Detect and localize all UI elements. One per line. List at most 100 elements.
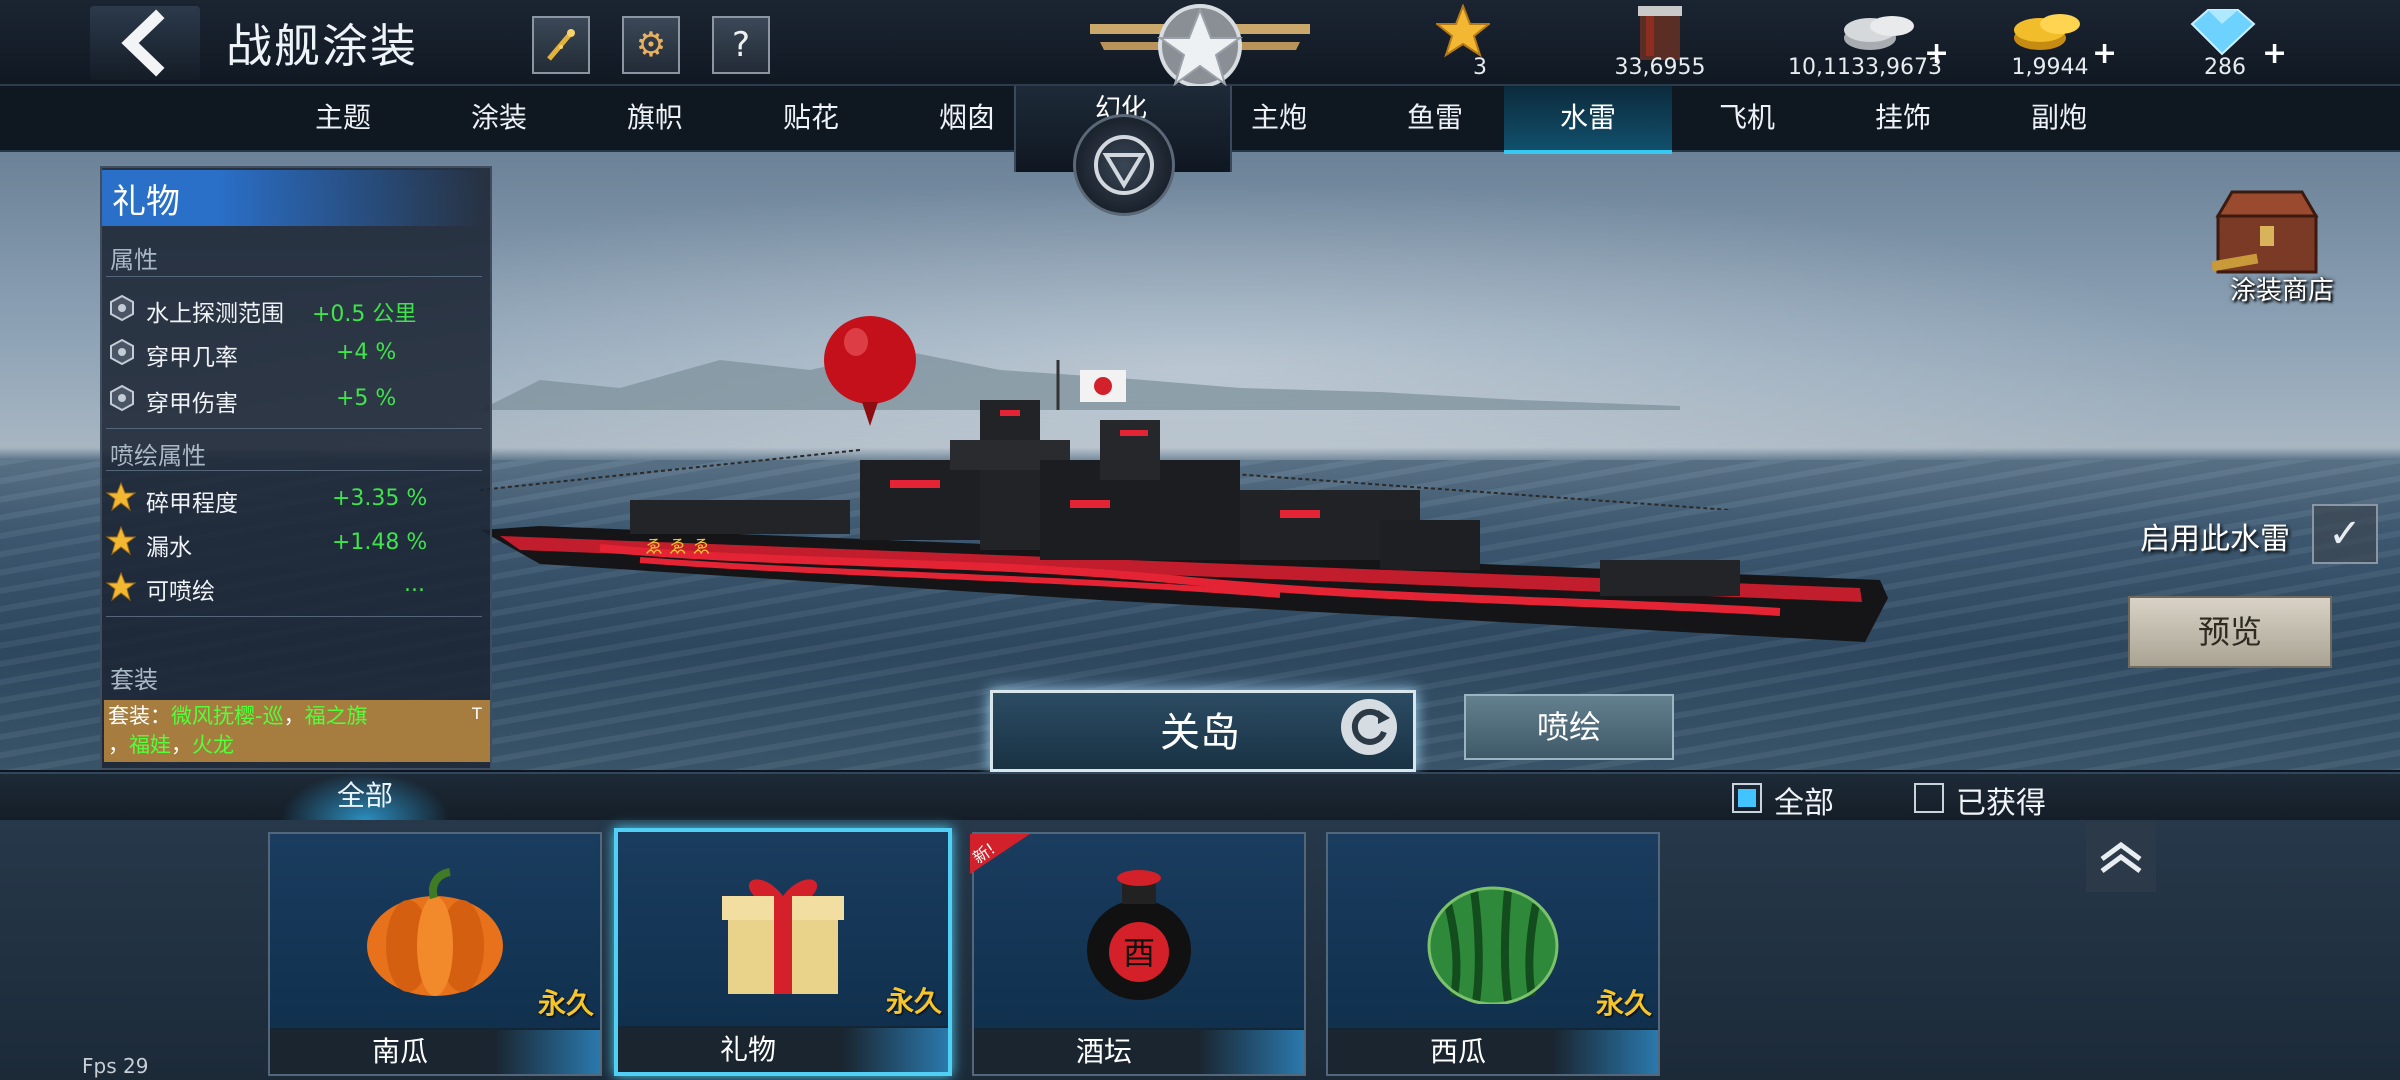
settings-button[interactable]: ⚙ xyxy=(622,16,680,74)
gold-add-button[interactable]: + xyxy=(2092,36,2117,71)
set-section-label: 套装 xyxy=(110,666,158,694)
spray-value-sprayable: ... xyxy=(404,572,425,597)
silver-coins-icon xyxy=(1844,16,1914,50)
star-rank-icon xyxy=(1436,4,1490,58)
set-item: 火龙 xyxy=(192,733,234,757)
filter-all-label[interactable]: 全部 xyxy=(1774,778,1834,822)
preview-button[interactable]: 预览 xyxy=(2128,596,2332,668)
star-icon xyxy=(106,482,136,512)
set-separator: ， xyxy=(171,733,192,757)
paint-count: 33,6955 xyxy=(1614,55,1706,80)
spray-value-armor-shred: +3.35 % xyxy=(332,486,428,511)
switch-ship-icon[interactable] xyxy=(1338,696,1400,758)
back-button[interactable] xyxy=(90,6,200,80)
duration-label: 永久 xyxy=(1595,987,1652,1020)
diamond-add-button[interactable]: + xyxy=(2262,36,2287,71)
gear-icon: ⚙ xyxy=(635,25,667,65)
pumpkin-icon xyxy=(367,868,503,996)
back-arrow-icon xyxy=(121,9,165,77)
divider xyxy=(106,428,482,429)
question-icon: ? xyxy=(731,25,751,65)
attr-name-penetration-chance: 穿甲几率 xyxy=(146,345,238,371)
attr-value-penetration-chance: +4 % xyxy=(336,340,397,365)
duration-label: 永久 xyxy=(537,987,594,1020)
enable-mine-label: 启用此水雷 xyxy=(2140,522,2290,557)
tab-secondary-gun[interactable]: 副炮 xyxy=(1984,86,2134,150)
set-item: 福之旗 xyxy=(304,704,368,728)
wine-jar-icon: 酉 xyxy=(1087,870,1191,1000)
watermelon-icon xyxy=(1427,886,1559,1004)
tab-theme[interactable]: 主题 xyxy=(268,86,418,150)
page-title: 战舰涂装 xyxy=(226,19,418,73)
set-info-text: 套装：微风抚樱-巡，福之旗 ，福娃，火龙 xyxy=(108,702,468,760)
set-corner-mark: T xyxy=(472,704,482,723)
checkmark-icon: ✓ xyxy=(2328,511,2362,557)
item-name: 礼物 xyxy=(719,1033,776,1066)
skin-effect-button[interactable] xyxy=(532,16,590,74)
set-separator: ， xyxy=(283,704,305,728)
diamond-icon xyxy=(2190,9,2256,56)
gold-coins-icon xyxy=(2014,14,2080,50)
tab-paint[interactable]: 涂装 xyxy=(424,86,574,150)
armor-hex-icon xyxy=(110,384,134,412)
tab-flag[interactable]: 旗帜 xyxy=(580,86,730,150)
gift-box-icon xyxy=(722,879,844,994)
item-card-watermelon[interactable]: 永久 西瓜 xyxy=(1326,832,1660,1076)
spray-name-sprayable: 可喷绘 xyxy=(146,579,215,605)
attr-name-detect-range: 水上探测范围 xyxy=(146,301,284,327)
set-item: 福娃 xyxy=(129,733,171,757)
silver-add-button[interactable]: + xyxy=(1924,36,1949,71)
set-separator: ， xyxy=(108,733,129,757)
filter-owned-checkbox[interactable] xyxy=(1914,783,1944,813)
divider xyxy=(106,470,482,471)
tab-torpedo[interactable]: 鱼雷 xyxy=(1360,86,1510,150)
tab-decal[interactable]: 贴花 xyxy=(736,86,886,150)
attr-name-penetration-damage: 穿甲伤害 xyxy=(146,391,238,417)
svg-text:ゑ ゑ ゑ: ゑ ゑ ゑ xyxy=(645,537,710,558)
fps-counter: Fps 29 xyxy=(82,1054,149,1078)
divider xyxy=(106,616,482,617)
tab-main-gun[interactable]: 主炮 xyxy=(1204,86,1354,150)
filter-all-checkbox[interactable] xyxy=(1732,783,1762,813)
chevron-up-double-icon xyxy=(2100,841,2142,874)
spray-name-armor-shred: 碎甲程度 xyxy=(146,491,238,517)
star-icon xyxy=(106,526,136,556)
transform-symbol xyxy=(1094,135,1154,195)
paint-bucket-icon xyxy=(1638,6,1682,60)
spray-section-label: 喷绘属性 xyxy=(110,442,206,470)
item-card-pumpkin[interactable]: 永久 南瓜 xyxy=(268,832,602,1076)
skin-shop-chest-icon[interactable] xyxy=(2212,186,2322,282)
attr-value-detect-range: +0.5 公里 xyxy=(312,302,417,327)
star-icon xyxy=(106,572,136,602)
spray-button[interactable]: 喷绘 xyxy=(1464,694,1674,760)
collapse-strip-button[interactable] xyxy=(2086,822,2156,892)
item-name: 南瓜 xyxy=(371,1035,428,1068)
battleship: ゑ ゑ ゑ xyxy=(480,360,1888,642)
tab-aircraft[interactable]: 飞机 xyxy=(1672,86,1822,150)
attributes-section-label: 属性 xyxy=(110,246,158,274)
resource-rank-stars: 3 xyxy=(1420,0,1500,84)
transform-icon[interactable] xyxy=(1073,114,1175,216)
help-button[interactable]: ? xyxy=(712,16,770,74)
resource-paint: 33,6955 xyxy=(1560,0,1760,84)
tab-mine[interactable]: 水雷 xyxy=(1504,86,1672,154)
filter-tab-all[interactable]: 全部 xyxy=(280,772,450,820)
enable-mine-checkbox[interactable]: ✓ xyxy=(2312,504,2378,564)
tab-ornament[interactable]: 挂饰 xyxy=(1828,86,1978,150)
set-prefix: 套装： xyxy=(108,704,171,728)
armor-hex-icon xyxy=(110,338,134,366)
item-card-gift[interactable]: 永久 礼物 xyxy=(614,828,952,1076)
skin-shop-label[interactable]: 涂装商店 xyxy=(2230,270,2334,307)
item-name: 西瓜 xyxy=(1429,1035,1486,1068)
duration-label: 永久 xyxy=(885,985,942,1018)
rank-emblem-icon xyxy=(1090,4,1310,88)
rank-stars-count: 3 xyxy=(1473,55,1487,80)
spray-name-flooding: 漏水 xyxy=(146,535,192,561)
set-item: 微风抚樱-巡 xyxy=(171,704,284,728)
divider xyxy=(106,276,482,277)
filter-owned-label[interactable]: 已获得 xyxy=(1956,778,2046,822)
svg-text:酉: 酉 xyxy=(1123,934,1155,972)
item-name: 酒坛 xyxy=(1075,1035,1132,1068)
firework-icon xyxy=(547,29,575,61)
spray-value-flooding: +1.48 % xyxy=(332,530,428,555)
